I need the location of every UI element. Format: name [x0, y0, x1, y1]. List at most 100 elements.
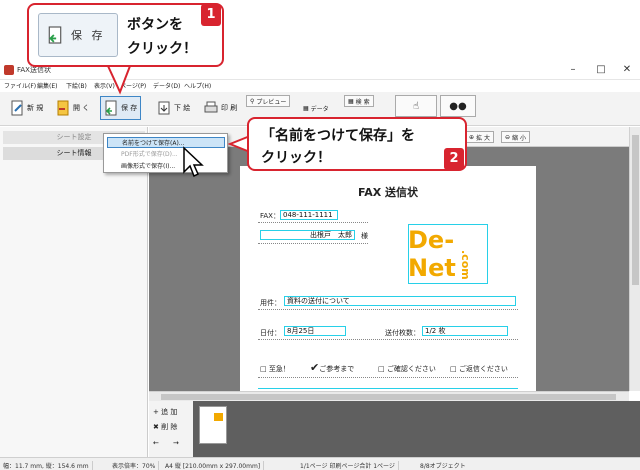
- delete-page-label: 削 除: [161, 423, 178, 431]
- document-title: FAX 送信状: [357, 186, 419, 199]
- honorific-label: 様: [361, 232, 368, 240]
- menu-help[interactable]: ヘルプ(H): [184, 81, 211, 90]
- subject-label: 用件：: [260, 299, 281, 307]
- divider: [258, 243, 368, 244]
- menu-file[interactable]: ファイル(F): [4, 81, 36, 90]
- data-label: データ: [310, 105, 329, 113]
- tool-button[interactable]: ●●: [440, 95, 476, 117]
- open-label: 開 く: [73, 104, 90, 112]
- new-document-icon: [11, 100, 23, 116]
- callout-1-line-1: ボタンを: [127, 17, 183, 33]
- magnifier-icon: ⚲: [250, 97, 255, 105]
- checkbox-reference[interactable]: ✔ご参考まで: [310, 361, 354, 374]
- prev-page-button[interactable]: ←: [153, 439, 159, 447]
- left-panel: シート設定 シート情報: [0, 127, 148, 457]
- underlay-icon: [158, 101, 170, 115]
- recipient-field[interactable]: 出根戸 太郎: [260, 230, 355, 240]
- step-2-badge: 2: [444, 148, 464, 170]
- data-icon: ▦: [303, 104, 309, 112]
- add-page-label: 追 加: [161, 408, 178, 416]
- fax-label: FAX：: [260, 212, 280, 220]
- close-button[interactable]: ✕: [614, 63, 640, 77]
- step-1-badge: 1: [201, 4, 221, 26]
- menu-underlay[interactable]: 下絵(B): [66, 81, 87, 90]
- document-page[interactable]: FAX 送信状 FAX： 048-111-1111 出根戸 太郎 様 De- N…: [240, 166, 536, 406]
- printer-icon: [204, 101, 218, 113]
- delete-page-button[interactable]: ✖ 削 除: [153, 422, 177, 432]
- new-button[interactable]: 新 規: [6, 96, 47, 120]
- checkbox-reply[interactable]: □ ご返信ください: [450, 364, 508, 374]
- status-coords: 幅：11.7 mm, 縦：154.6 mm: [3, 461, 93, 470]
- divider: [258, 377, 518, 378]
- plus-icon: +: [153, 408, 159, 416]
- checkbox-reference-label: ご参考まで: [319, 365, 355, 373]
- divider: [258, 309, 518, 310]
- status-pages: 1/1ページ 印刷ページ合計 1ページ: [300, 461, 399, 470]
- add-page-button[interactable]: + 追 加: [153, 407, 177, 417]
- date-label: 日付：: [260, 329, 281, 337]
- save-icon: [48, 26, 62, 44]
- menu-item-save-image[interactable]: 画像形式で保存(I)...: [107, 161, 225, 172]
- menu-edit[interactable]: 編集(E): [37, 81, 57, 90]
- underlay-button[interactable]: 下 絵: [153, 96, 194, 120]
- callout-pointer: [107, 62, 131, 95]
- next-page-button[interactable]: →: [173, 439, 179, 447]
- divider: [258, 339, 518, 340]
- print-label: 印 刷: [221, 104, 238, 112]
- maximize-button[interactable]: □: [588, 63, 614, 77]
- preview-label: プレビュー: [256, 98, 287, 106]
- menu-bar: ファイル(F) 編集(E) 下絵(B) 表示(V) ページ(P) データ(D) …: [0, 80, 640, 92]
- zoom-in-button[interactable]: ⊕ 拡 大: [465, 131, 494, 143]
- zoom-in-label: 拡 大: [476, 134, 490, 142]
- status-zoom: 表示倍率：70%: [112, 461, 160, 470]
- menu-item-save-pdf[interactable]: PDF形式で保存(D)...: [107, 149, 225, 160]
- checkbox-confirm[interactable]: □ ご確認ください: [378, 364, 436, 374]
- callout-2-line-1: 「名前をつけて保存」を: [261, 128, 415, 144]
- thumbnail-logo: [214, 413, 223, 421]
- vertical-scrollbar[interactable]: [629, 127, 640, 391]
- underlay-label: 下 絵: [174, 104, 191, 112]
- zoom-out-icon: ⊖: [505, 133, 511, 141]
- checkmark-icon: ✔: [310, 361, 320, 374]
- hand-pointer-icon: ☝: [412, 100, 420, 112]
- page-thumbnail[interactable]: [199, 406, 227, 444]
- scrollbar-thumb[interactable]: [161, 394, 616, 400]
- zoom-out-button[interactable]: ⊖ 縮 小: [501, 131, 530, 143]
- save-label: 保 存: [121, 104, 138, 112]
- app-icon: [4, 65, 14, 75]
- fax-field[interactable]: 048-111-1111: [280, 210, 338, 220]
- open-button[interactable]: 開 く: [52, 96, 93, 120]
- thumbnail-controls: + 追 加 ✖ 削 除 ← →: [149, 401, 193, 457]
- divider: [258, 222, 368, 223]
- scrollbar-thumb[interactable]: [632, 135, 639, 285]
- callout-step-2: 「名前をつけて保存」を クリック！: [247, 117, 467, 171]
- menu-data[interactable]: データ(D): [153, 81, 180, 90]
- callout-step-1: 保 存 ボタンを クリック！: [27, 3, 224, 67]
- save-icon: [105, 100, 117, 116]
- status-paper: A4 縦 [210.00mm x 297.00mm]: [165, 461, 265, 470]
- menu-item-save-as[interactable]: 名前をつけて保存(A)...: [107, 137, 225, 148]
- callout-2-line-2: クリック！: [261, 150, 331, 166]
- status-objects: 8/8オブジェクト: [420, 463, 466, 470]
- pages-field[interactable]: 1/2 枚: [422, 326, 508, 336]
- status-bar: 幅：11.7 mm, 縦：154.6 mm 表示倍率：70% A4 縦 [210…: [0, 457, 640, 470]
- horizontal-scrollbar[interactable]: [149, 391, 629, 401]
- search-button[interactable]: ▦ 検 索: [344, 95, 374, 107]
- zoom-in-icon: ⊕: [469, 133, 475, 141]
- save-button-enlarged-label: 保 存: [71, 29, 106, 42]
- save-button-enlarged: 保 存: [38, 13, 118, 57]
- print-button[interactable]: 印 刷: [200, 96, 241, 120]
- delete-icon: ✖: [153, 423, 159, 431]
- data-button[interactable]: ▦ データ: [300, 102, 332, 114]
- preview-button[interactable]: ⚲ プレビュー: [246, 95, 291, 107]
- search-label: 検 索: [355, 98, 370, 106]
- select-tool-button[interactable]: ☝: [395, 95, 437, 117]
- subject-field[interactable]: 資料の送付について: [284, 296, 516, 306]
- open-icon: [57, 100, 69, 116]
- date-field[interactable]: 8月25日: [284, 326, 346, 336]
- checkbox-urgent[interactable]: □ 至急！: [260, 364, 290, 374]
- minimize-button[interactable]: –: [560, 63, 586, 77]
- new-label: 新 規: [27, 104, 44, 112]
- save-dropdown-menu: 名前をつけて保存(A)... PDF形式で保存(D)... 画像形式で保存(I)…: [103, 133, 228, 173]
- mouse-cursor-icon: [183, 146, 204, 178]
